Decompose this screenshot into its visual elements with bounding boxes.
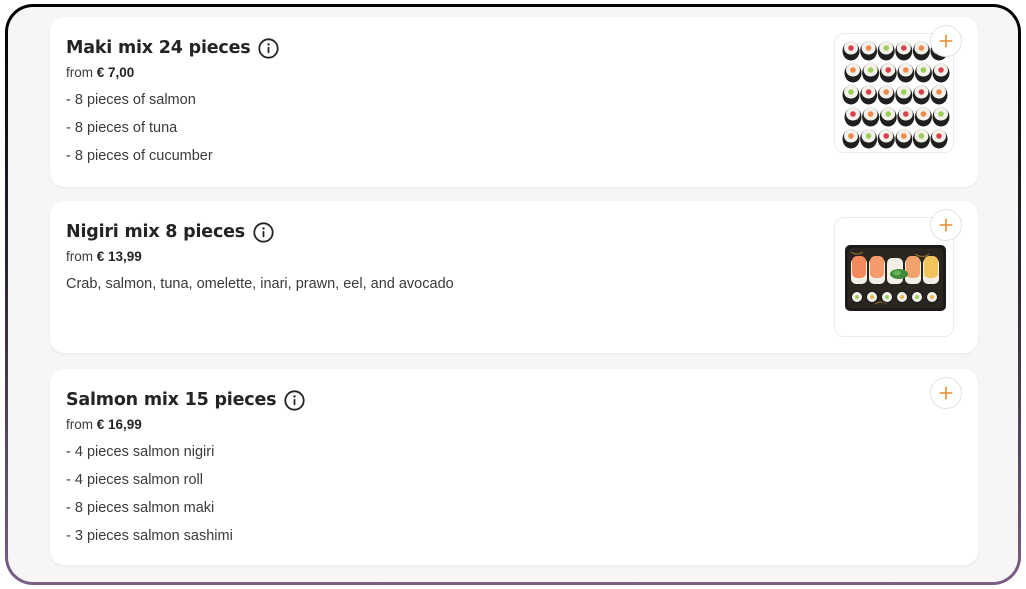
add-to-cart-button[interactable]	[930, 25, 962, 57]
description-line: - 8 pieces salmon maki	[66, 500, 215, 516]
info-icon[interactable]	[258, 37, 280, 59]
description-line: - 3 pieces salmon sashimi	[66, 528, 233, 544]
description-line: - 8 pieces of cucumber	[66, 148, 213, 164]
price-value: € 16,99	[96, 417, 142, 432]
menu-item-details: Nigiri mix 8 pieces from € 13,99 Crab, s…	[66, 221, 454, 298]
menu-item-header: Salmon mix 15 pieces	[66, 389, 305, 411]
price-prefix: from	[66, 65, 93, 80]
price-prefix: from	[66, 417, 93, 432]
info-icon[interactable]	[284, 389, 305, 411]
menu-item-title: Salmon mix 15 pieces	[66, 390, 277, 410]
description-line: - 8 pieces of salmon	[66, 92, 196, 108]
add-to-cart-button[interactable]	[930, 209, 962, 241]
menu-item-details: Salmon mix 15 pieces from € 16,99 - 4 pi…	[66, 389, 305, 550]
menu-item-details: Maki mix 24 pieces from € 7,00 - 8 piece…	[66, 37, 280, 170]
description-line: - 8 pieces of tuna	[66, 120, 178, 136]
price-value: € 13,99	[96, 249, 142, 264]
menu-item-price: from € 16,99	[66, 417, 305, 435]
price-value: € 7,00	[96, 65, 135, 80]
menu-item-card[interactable]: Salmon mix 15 pieces from € 16,99 - 4 pi…	[50, 369, 978, 565]
menu-item-price: from € 13,99	[66, 249, 454, 267]
menu-item-description: Crab, salmon, tuna, omelette, inari, pra…	[66, 270, 454, 298]
menu-item-header: Maki mix 24 pieces	[66, 37, 280, 59]
menu-item-description: - 8 pieces of salmon - 8 pieces of tuna …	[66, 86, 279, 170]
menu-item-card[interactable]: Nigiri mix 8 pieces from € 13,99 Crab, s…	[50, 201, 978, 353]
menu-frame: Maki mix 24 pieces from € 7,00 - 8 piece…	[5, 4, 1021, 585]
price-prefix: from	[66, 249, 93, 264]
plus-icon	[939, 386, 953, 400]
menu-item-title: Maki mix 24 pieces	[66, 38, 251, 58]
menu-item-card[interactable]: Maki mix 24 pieces from € 7,00 - 8 piece…	[50, 17, 978, 187]
description-line: - 4 pieces salmon nigiri	[66, 444, 215, 460]
description-line: Crab, salmon, tuna, omelette, inari, pra…	[66, 276, 454, 292]
plus-icon	[939, 34, 953, 48]
menu-item-title: Nigiri mix 8 pieces	[66, 222, 246, 242]
menu-item-description: - 4 pieces salmon nigiri - 4 pieces salm…	[66, 438, 305, 550]
description-line: - 4 pieces salmon roll	[66, 472, 203, 488]
menu-item-header: Nigiri mix 8 pieces	[66, 221, 454, 243]
menu-item-price: from € 7,00	[66, 65, 279, 83]
plus-icon	[939, 218, 953, 232]
add-to-cart-button[interactable]	[930, 377, 962, 409]
info-icon[interactable]	[253, 221, 274, 243]
